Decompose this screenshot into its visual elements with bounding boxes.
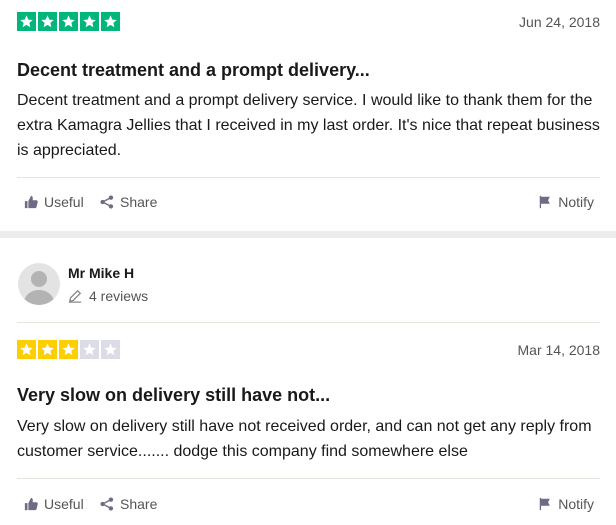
flag-icon — [539, 497, 551, 511]
share-button[interactable]: Share — [100, 194, 157, 210]
star-filled-icon — [101, 12, 120, 31]
star-filled-icon — [80, 12, 99, 31]
notify-button[interactable]: Notify — [538, 496, 594, 512]
pencil-icon — [68, 289, 82, 303]
section-separator — [0, 231, 616, 238]
review-actions: Useful Share Notify — [24, 496, 594, 516]
review-title[interactable]: Decent treatment and a prompt delivery..… — [17, 60, 370, 81]
star-rating — [17, 12, 120, 31]
review-body: Very slow on delivery still have not rec… — [17, 418, 592, 460]
useful-button[interactable]: Useful — [24, 496, 84, 512]
user-silhouette-icon — [23, 271, 55, 305]
share-label: Share — [120, 496, 158, 512]
star-filled-icon — [59, 340, 78, 359]
review-date: Mar 14, 2018 — [517, 342, 601, 358]
star-filled-icon — [17, 340, 36, 359]
avatar[interactable] — [18, 263, 60, 305]
share-label: Share — [120, 194, 158, 210]
notify-label: Notify — [558, 496, 594, 512]
star-filled-icon — [38, 340, 57, 359]
useful-label: Useful — [44, 496, 84, 512]
star-rating — [17, 340, 120, 359]
star-filled-icon — [17, 12, 36, 31]
share-icon — [100, 195, 114, 209]
useful-label: Useful — [44, 194, 84, 210]
review-body: Decent treatment and a prompt delivery s… — [17, 92, 600, 159]
star-filled-icon — [38, 12, 57, 31]
thumbs-up-icon — [24, 195, 38, 209]
useful-button[interactable]: Useful — [24, 194, 84, 210]
flag-icon — [539, 195, 551, 209]
review-date: Jun 24, 2018 — [519, 14, 600, 30]
review-actions: Useful Share Notify — [24, 194, 594, 214]
divider — [17, 478, 600, 479]
review-title[interactable]: Very slow on delivery still have not... — [17, 385, 330, 406]
divider — [17, 177, 600, 178]
reviewer-name[interactable]: Mr Mike H — [68, 265, 134, 281]
thumbs-up-icon — [24, 497, 38, 511]
divider — [17, 322, 600, 323]
reviewer-review-count: 4 reviews — [68, 288, 148, 304]
share-icon — [100, 497, 114, 511]
star-empty-icon — [101, 340, 120, 359]
share-button[interactable]: Share — [100, 496, 157, 512]
review-count-label: 4 reviews — [89, 288, 149, 304]
notify-button[interactable]: Notify — [538, 194, 594, 210]
star-empty-icon — [80, 340, 99, 359]
notify-label: Notify — [558, 194, 594, 210]
star-filled-icon — [59, 12, 78, 31]
